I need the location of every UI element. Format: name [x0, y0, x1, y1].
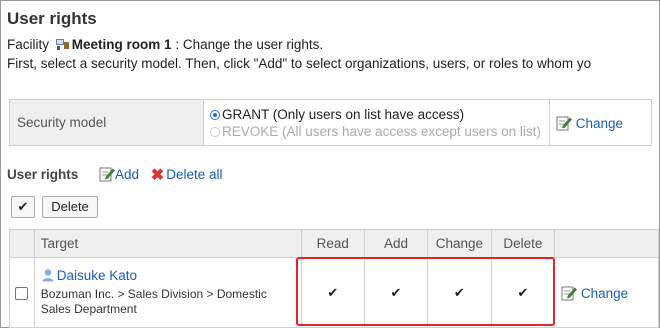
table-row: Daisuke Kato Bozuman Inc. > Sales Divisi…	[9, 257, 659, 328]
revoke-radio	[210, 126, 220, 137]
header-add: Add	[363, 229, 429, 258]
security-model-change-cell: Change	[549, 99, 652, 146]
change-check: ✔	[427, 257, 492, 328]
revoke-option: REVOKE (All users have access except use…	[210, 123, 549, 140]
user-rights-table: Target Read Add Change Delete Daisuke Ka…	[9, 229, 659, 328]
user-rights-actions: Add ✖ Delete all	[99, 165, 222, 185]
facility-icon	[55, 37, 70, 51]
facility-label: Facility	[7, 37, 50, 52]
facility-suffix: : Change the user rights.	[175, 37, 324, 52]
read-check: ✔	[300, 257, 365, 328]
row-checkbox[interactable]	[15, 286, 29, 300]
delete-check: ✔	[490, 257, 556, 328]
header-delete: Delete	[490, 229, 556, 258]
security-model-table: Security model GRANT (Only users on list…	[9, 99, 652, 146]
delete-button[interactable]: Delete	[42, 196, 98, 218]
select-all-button[interactable]: ✔	[11, 196, 35, 218]
header-checkbox-cell	[9, 229, 35, 258]
add-link[interactable]: Add	[115, 167, 139, 182]
add-check: ✔	[363, 257, 429, 328]
facility-line: Facility Meeting room 1 : Change the use…	[7, 37, 323, 52]
page-title: User rights	[7, 9, 97, 28]
instructions-text: First, select a security model. Then, cl…	[7, 56, 592, 71]
facility-name: Meeting room 1	[71, 37, 172, 52]
header-change: Change	[427, 229, 492, 258]
revoke-label: REVOKE (All users have access except use…	[222, 123, 541, 139]
row-checkbox-cell	[9, 257, 35, 328]
row-change-cell: Change	[554, 257, 659, 328]
grant-label: GRANT (Only users on list have access)	[222, 106, 465, 122]
edit-icon	[561, 285, 578, 301]
header-action-cell	[554, 229, 659, 258]
grant-radio[interactable]	[210, 109, 220, 120]
header-read: Read	[300, 229, 365, 258]
user-link[interactable]: Daisuke Kato	[57, 268, 137, 283]
edit-icon	[556, 115, 572, 131]
security-model-label: Security model	[9, 99, 204, 146]
table-header-row: Target Read Add Change Delete	[9, 229, 659, 258]
delete-all-link[interactable]: Delete all	[166, 167, 222, 182]
security-model-change-link[interactable]: Change	[576, 116, 623, 131]
delete-all-icon: ✖	[150, 167, 165, 184]
organization-path: Bozuman Inc. > Sales Division > Domestic…	[40, 287, 267, 316]
row-change-link[interactable]: Change	[581, 286, 628, 301]
add-icon	[99, 166, 115, 182]
user-icon	[41, 268, 55, 282]
grant-option[interactable]: GRANT (Only users on list have access)	[210, 106, 549, 123]
user-rights-heading: User rights	[7, 167, 79, 182]
target-cell: Daisuke Kato Bozuman Inc. > Sales Divisi…	[33, 257, 302, 328]
header-target: Target	[33, 229, 302, 258]
security-model-options: GRANT (Only users on list have access) R…	[203, 99, 550, 146]
